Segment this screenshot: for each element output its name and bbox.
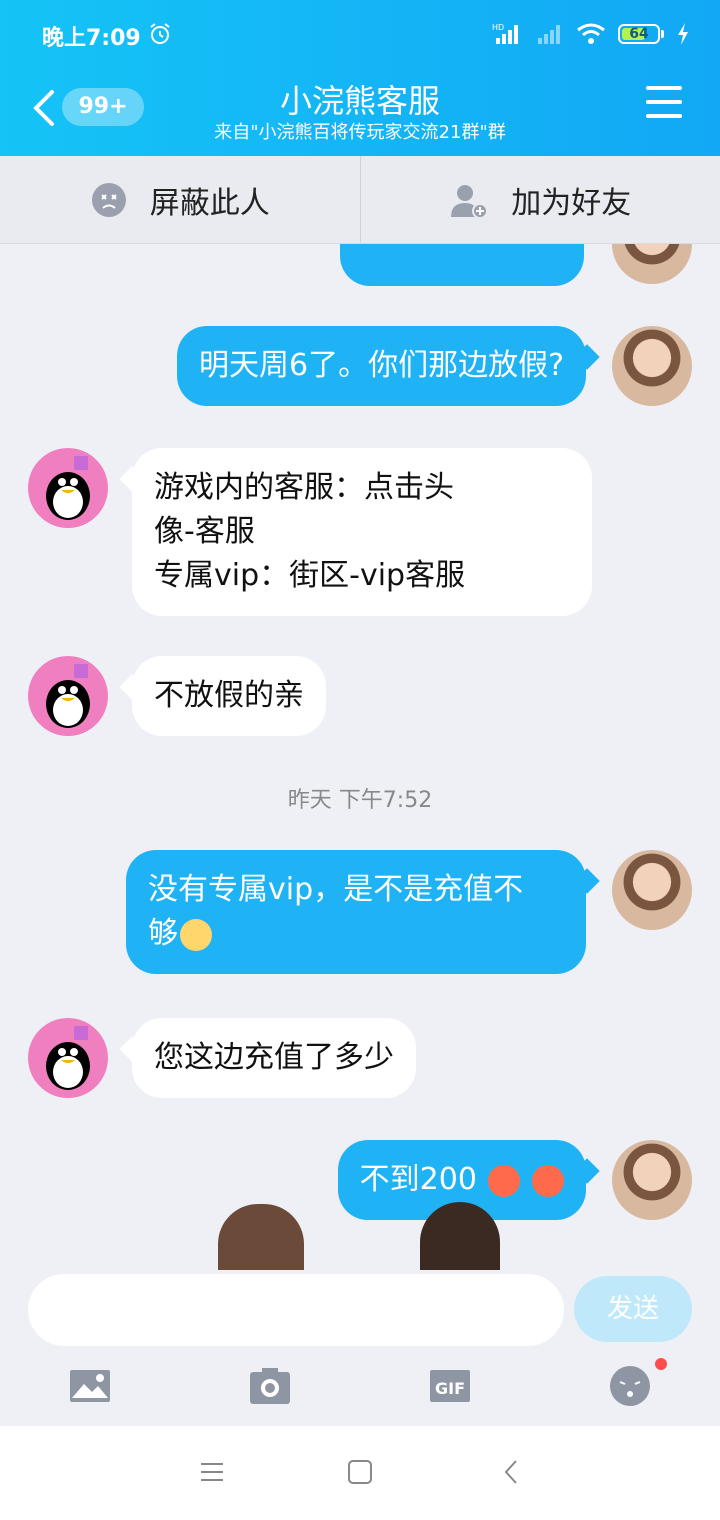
svg-text:GIF: GIF	[435, 1379, 465, 1398]
message-input[interactable]	[28, 1274, 564, 1346]
block-icon	[91, 182, 126, 217]
svg-text:HD: HD	[492, 23, 504, 32]
emoji-icon[interactable]	[608, 1364, 652, 1408]
penguin-icon	[46, 456, 90, 520]
message-line: 像-客服	[154, 514, 255, 549]
toolbar: GIF	[0, 1358, 720, 1418]
timestamp: 昨天 下午7:52	[287, 788, 433, 813]
message-line: 游戏内的客服：点击头	[154, 470, 454, 505]
message-bubble[interactable]: 明天周6了。你们那边放假?	[176, 326, 586, 406]
sad-emoji-icon	[180, 918, 212, 951]
send-button[interactable]: 发送	[574, 1276, 692, 1342]
wifi-icon	[577, 23, 605, 44]
gif-icon[interactable]: GIF	[428, 1364, 472, 1408]
battery-icon: 64	[618, 24, 664, 44]
back-nav-icon[interactable]	[498, 1458, 526, 1486]
avatar[interactable]	[612, 326, 692, 406]
add-friend-icon	[451, 184, 489, 219]
avatar[interactable]	[28, 1018, 108, 1098]
sticker-character-icon	[218, 1204, 304, 1270]
message-line: 专属vip：街区-vip客服	[154, 558, 466, 593]
nav-bar: 99+ 小浣熊客服 来自"小浣熊百将传玩家交流21群"群	[0, 70, 720, 156]
penguin-icon	[46, 1026, 90, 1090]
message-text: 不放假的亲	[154, 678, 304, 713]
status-bar: 晚上7:09 HD 64	[0, 0, 720, 70]
charging-icon	[678, 23, 688, 45]
message-bubble[interactable]: 不放假的亲	[132, 656, 326, 736]
top-bar: 晚上7:09 HD 64 99+ 小浣熊客服 来自"小浣熊百将传玩家交流21群"…	[0, 0, 720, 156]
message-text: 您这边充值了多少	[154, 1040, 394, 1075]
chat-subtitle: 来自"小浣熊百将传玩家交流21群"群	[214, 122, 506, 143]
add-friend-label: 加为好友	[511, 185, 632, 221]
signal-icon: HD	[492, 23, 518, 44]
camera-icon[interactable]	[248, 1364, 292, 1408]
image-icon[interactable]	[68, 1364, 112, 1408]
menu-nav-icon[interactable]	[198, 1458, 226, 1486]
alarm-icon	[150, 23, 170, 44]
angry-emoji-icon	[488, 1164, 521, 1197]
avatar[interactable]	[612, 850, 692, 930]
penguin-icon	[46, 664, 90, 728]
message-line: 没有专属vip，是不是充值不	[148, 872, 524, 907]
avatar[interactable]	[28, 656, 108, 736]
block-label: 屏蔽此人	[149, 185, 270, 221]
input-area: 发送 GIF	[0, 1270, 720, 1426]
menu-icon[interactable]	[646, 86, 682, 122]
notification-dot	[655, 1358, 667, 1370]
action-bar: 屏蔽此人 加为好友	[0, 156, 720, 244]
message-text: 明天周6了。你们那边放假?	[198, 348, 564, 383]
message-bubble[interactable]: 没有专属vip，是不是充值不 够	[126, 850, 586, 974]
chat-title: 小浣熊客服	[279, 82, 440, 120]
add-friend-button[interactable]: 加为好友	[361, 156, 720, 243]
system-nav-bar	[0, 1426, 720, 1520]
message-bubble[interactable]: 游戏内的客服：点击头 像-客服 专属vip：街区-vip客服	[132, 448, 592, 616]
angry-emoji-icon	[532, 1164, 564, 1197]
signal-2-icon	[538, 25, 560, 44]
message-line: 够	[148, 912, 564, 956]
avatar[interactable]	[612, 244, 692, 284]
message-bubble[interactable]: 您这边充值了多少	[132, 1018, 416, 1098]
avatar[interactable]	[28, 448, 108, 528]
message-bubble-partial	[340, 244, 584, 286]
status-right: HD 64	[492, 22, 690, 46]
status-time: 晚上7:09	[42, 26, 141, 51]
message-text: 不到200	[359, 1162, 477, 1197]
block-user-button[interactable]: 屏蔽此人	[0, 156, 360, 243]
home-nav-icon[interactable]	[346, 1458, 374, 1486]
chat-area[interactable]: 明天周6了。你们那边放假? 游戏内的客服：点击头 像-客服 专属vip：街区-v…	[0, 244, 720, 1270]
avatar[interactable]	[612, 1140, 692, 1220]
